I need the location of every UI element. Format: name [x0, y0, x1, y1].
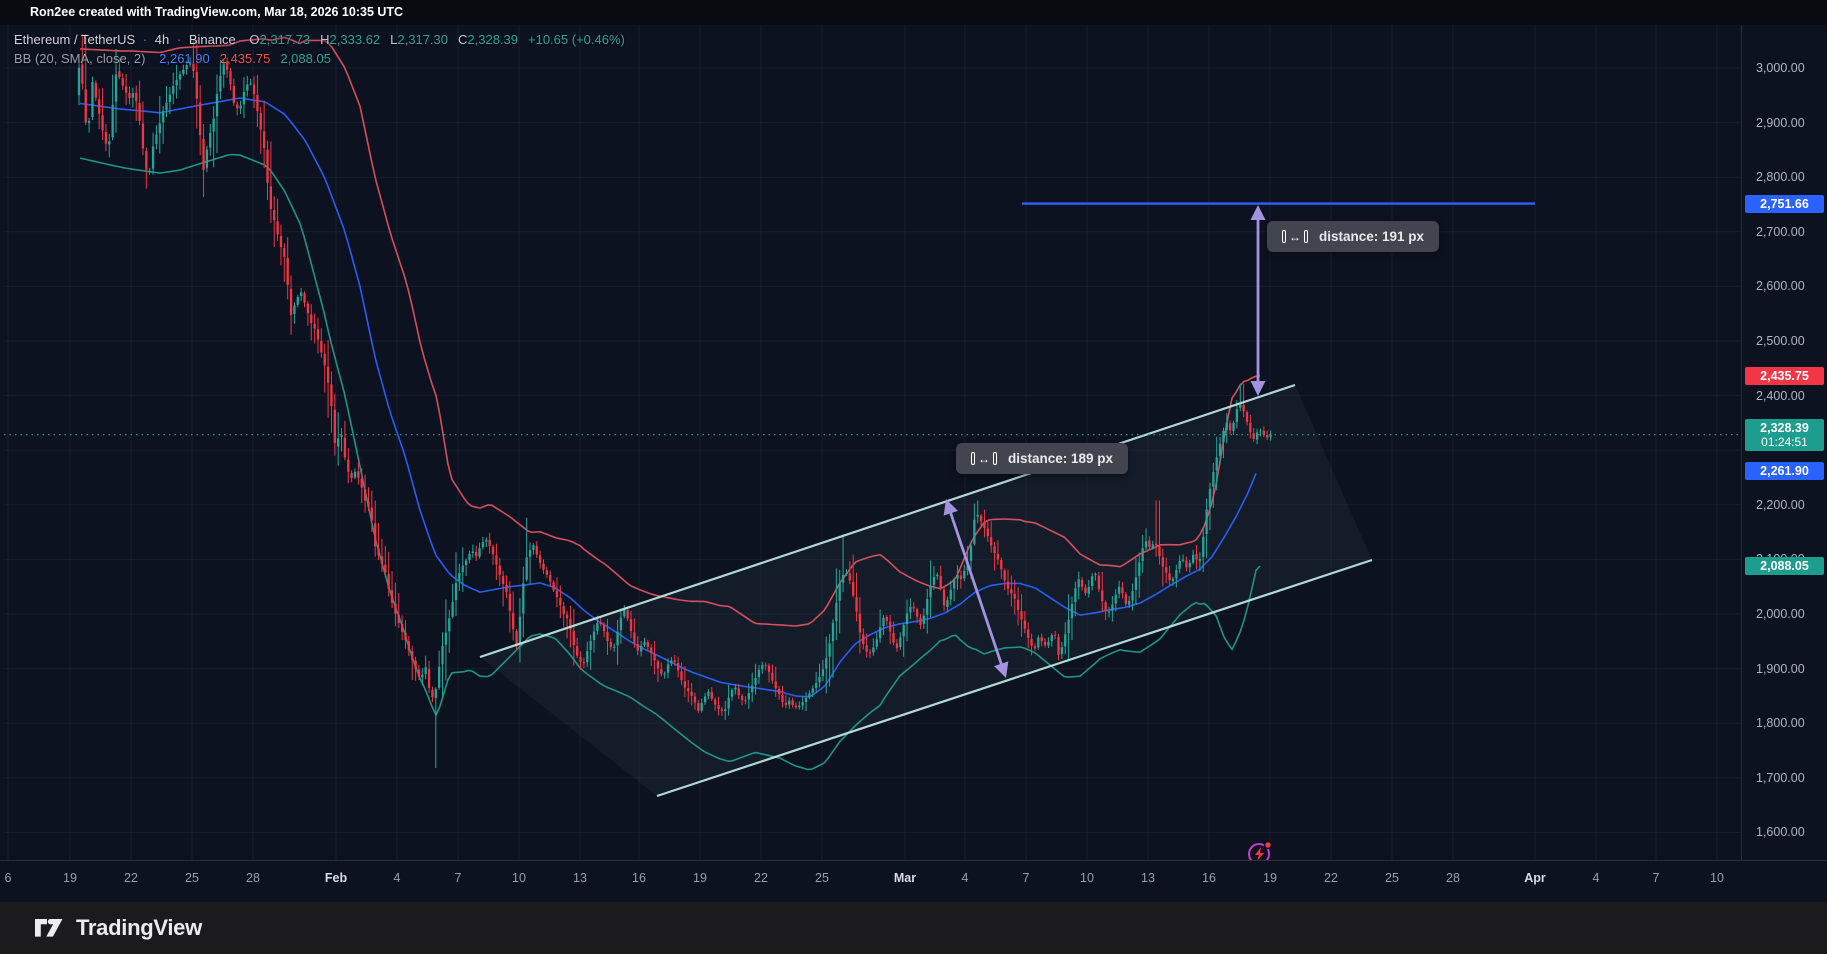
- ohlc-value: 2,333.62: [330, 32, 381, 47]
- time-axis-tick: 10: [1710, 871, 1724, 885]
- time-axis-tick: 16: [1202, 871, 1216, 885]
- time-axis-tick: 22: [754, 871, 768, 885]
- time-axis-tick: Apr: [1524, 871, 1546, 885]
- time-axis-tick: 6: [5, 871, 12, 885]
- price-axis-tick: 2,500.00: [1756, 334, 1805, 348]
- time-axis-tick: Mar: [894, 871, 916, 885]
- countdown-timer: 01:24:51: [1745, 435, 1824, 449]
- bb-basis-label: 2,261.90: [1745, 462, 1824, 480]
- change-value: +10.65 (+0.46%): [528, 32, 625, 47]
- legend-separator: ·: [139, 32, 151, 47]
- measure-distance-text: distance: 191 px: [1319, 229, 1424, 244]
- attribution-text: Ron2ee created with TradingView.com, Mar…: [30, 5, 403, 19]
- ohlc-key: O: [249, 32, 259, 47]
- time-axis-tick: 13: [1141, 871, 1155, 885]
- tradingview-logo-icon[interactable]: [34, 915, 64, 941]
- bb-lower-label: 2,088.05: [1745, 557, 1824, 575]
- price-axis-tick: 1,800.00: [1756, 716, 1805, 730]
- indicator-name[interactable]: BB (20, SMA, close, 2): [14, 51, 146, 66]
- price-axis-tick: 2,800.00: [1756, 170, 1805, 184]
- time-axis[interactable]: 6 19 22 25 28 Feb 4 7 10 13 16 19 22 25 Mar 4 7 10 13 16 19 2…: [0, 860, 1827, 902]
- last-price-label: 2,328.3901:24:51: [1745, 419, 1824, 451]
- price-axis-tick: 2,900.00: [1756, 116, 1805, 130]
- indicator-value: 2,435.75: [220, 51, 271, 66]
- time-axis-tick: 25: [185, 871, 199, 885]
- measure-distance-text: distance: 189 px: [1008, 451, 1113, 466]
- time-axis-tick: 19: [693, 871, 707, 885]
- ohlc-key: H: [320, 32, 329, 47]
- tradingview-snapshot: Ron2ee created with TradingView.com, Mar…: [0, 0, 1827, 954]
- time-axis-tick: 4: [962, 871, 969, 885]
- ray-price-label: 2,751.66: [1745, 195, 1824, 213]
- exchange-label: Binance: [189, 32, 236, 47]
- time-axis-tick: 13: [573, 871, 587, 885]
- price-axis-tick: 2,000.00: [1756, 607, 1805, 621]
- ohlc-value: 2,317.73: [260, 32, 311, 47]
- legend-separator: ·: [173, 32, 185, 47]
- time-axis-tick: 4: [394, 871, 401, 885]
- indicator-row[interactable]: BB (20, SMA, close, 2) 2,261.902,435.752…: [14, 49, 625, 68]
- ohlc-value: 2,328.39: [467, 32, 518, 47]
- measure-icon: ↔: [1282, 230, 1308, 244]
- bb-upper-label: 2,435.75: [1745, 367, 1824, 385]
- time-axis-tick: 4: [1593, 871, 1600, 885]
- price-axis-tick: 2,400.00: [1756, 389, 1805, 403]
- time-axis-tick: 10: [1080, 871, 1094, 885]
- time-axis-tick: 25: [1385, 871, 1399, 885]
- interval-label[interactable]: 4h: [155, 32, 169, 47]
- time-axis-tick: 19: [1263, 871, 1277, 885]
- time-axis-tick: 28: [1446, 871, 1460, 885]
- price-axis-tick: 2,600.00: [1756, 279, 1805, 293]
- measure-tooltip: ↔ distance: 191 px: [1267, 221, 1439, 252]
- indicator-value: 2,088.05: [280, 51, 331, 66]
- chart-canvas[interactable]: [0, 0, 1827, 954]
- time-axis-tick: 25: [815, 871, 829, 885]
- ohlc-key: C: [458, 32, 467, 47]
- price-axis[interactable]: 3,000.00 2,900.00 2,800.00 2,700.00 2,600.00…: [1741, 25, 1827, 860]
- time-axis-tick: 7: [455, 871, 462, 885]
- price-axis-tick: 2,700.00: [1756, 225, 1805, 239]
- price-axis-tick: 1,600.00: [1756, 825, 1805, 839]
- price-axis-tick: 3,000.00: [1756, 61, 1805, 75]
- symbol-row[interactable]: Ethereum / TetherUS · 4h · Binance O2,31…: [14, 30, 625, 49]
- ohlc-value: 2,317.30: [397, 32, 448, 47]
- price-axis-tick: 1,900.00: [1756, 662, 1805, 676]
- tradingview-brand-text[interactable]: TradingView: [76, 915, 202, 941]
- measure-icon: ↔: [971, 452, 997, 466]
- time-axis-tick: 7: [1653, 871, 1660, 885]
- time-axis-tick: 7: [1023, 871, 1030, 885]
- ohlc-values: O2,317.73H2,333.62L2,317.30C2,328.39+10.…: [239, 32, 624, 47]
- time-axis-tick: 22: [124, 871, 138, 885]
- indicator-values: 2,261.90 2,435.75 2,088.05: [149, 51, 331, 66]
- chart-legend: Ethereum / TetherUS · 4h · Binance O2,31…: [14, 30, 625, 68]
- footer-bar: TradingView: [0, 902, 1827, 954]
- indicator-value: 2,261.90: [159, 51, 210, 66]
- time-axis-tick: 16: [632, 871, 646, 885]
- time-axis-tick: 10: [512, 871, 526, 885]
- price-axis-tick: 1,700.00: [1756, 771, 1805, 785]
- time-axis-tick: 28: [246, 871, 260, 885]
- time-axis-tick: Feb: [325, 871, 347, 885]
- time-axis-tick: 19: [63, 871, 77, 885]
- time-axis-tick: 22: [1324, 871, 1338, 885]
- symbol-name[interactable]: Ethereum / TetherUS: [14, 32, 135, 47]
- attribution-bar: Ron2ee created with TradingView.com, Mar…: [0, 0, 1827, 25]
- price-axis-tick: 2,200.00: [1756, 498, 1805, 512]
- measure-tooltip: ↔ distance: 189 px: [956, 443, 1128, 474]
